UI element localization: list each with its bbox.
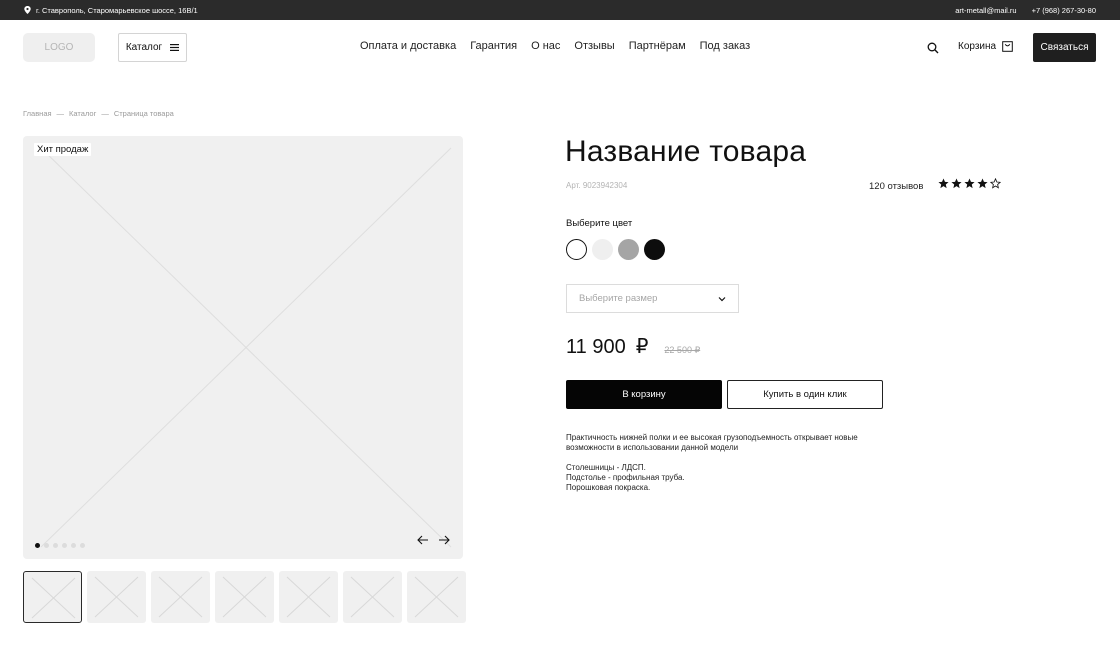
slider-dot[interactable] [44,543,49,548]
arrow-right-icon[interactable] [438,534,450,546]
location-pin-icon [24,6,31,14]
image-placeholder-icon [158,576,203,618]
color-label: Выберите цвет [566,218,633,229]
site-header: LOGO Каталог Оплата и доставка Гарантия … [0,20,1120,76]
main-nav: Оплата и доставка Гарантия О нас Отзывы … [360,40,750,52]
price-block: 11 900 ₽ 22 500 ₽ [566,334,700,359]
product-title: Название товара [565,135,807,168]
star-filled-icon [938,178,949,189]
product-description: Практичность нижней полки и ее высокая г… [566,433,858,452]
breadcrumb-separator: — [56,109,65,118]
cart-link[interactable]: Корзина [958,41,1013,52]
slider-dot[interactable] [35,543,40,548]
chevron-down-icon [718,296,726,301]
slider-dot[interactable] [80,543,85,548]
nav-item-payment-delivery[interactable]: Оплата и доставка [360,40,456,52]
image-placeholder-icon [222,576,267,618]
thumbnail[interactable] [23,571,82,623]
address-text: г. Ставрополь, Старомарьевское шоссе, 16… [36,5,198,15]
image-placeholder-icon [40,147,452,548]
image-placeholder-icon [286,576,331,618]
thumbnail[interactable] [215,571,274,623]
slider-dots [35,543,85,548]
image-placeholder-icon [31,577,76,619]
phone-link[interactable]: +7 (968) 267-30-80 [1032,6,1096,15]
bestseller-badge: Хит продаж [34,143,92,156]
logo[interactable]: LOGO [23,33,95,62]
cart-label: Корзина [958,41,997,52]
thumbnail[interactable] [407,571,466,623]
slider-dot[interactable] [53,543,58,548]
nav-item-about[interactable]: О нас [531,40,560,52]
price-current: 11 900 [566,336,626,358]
image-placeholder-icon [414,576,459,618]
image-placeholder-icon [94,576,139,618]
price-currency: ₽ [635,336,649,358]
color-swatch-white[interactable] [566,239,587,260]
feature-item: Столешницы - ЛДСП. [566,463,646,472]
size-select-placeholder: Выберите размер [579,293,658,304]
feature-item: Порошковая покраска. [566,483,651,492]
star-filled-icon [964,178,975,189]
product-sku: Арт. 9023942304 [566,181,628,190]
product-features: Столешницы - ЛДСП. Подстолье - профильна… [566,463,685,493]
contact-button[interactable]: Связаться [1033,33,1096,62]
nav-item-reviews[interactable]: Отзывы [574,40,614,52]
feature-item: Подстолье - профильная труба. [566,473,685,482]
breadcrumb: Главная — Каталог — Страница товара [23,109,174,118]
catalog-button[interactable]: Каталог [118,33,187,62]
thumbnail-strip [23,571,466,623]
star-filled-icon [951,178,962,189]
email-link[interactable]: art-metall@mail.ru [955,6,1016,15]
address-block: г. Ставрополь, Старомарьевское шоссе, 16… [24,6,198,15]
menu-icon [170,44,180,51]
arrow-left-icon[interactable] [417,534,429,546]
thumbnail[interactable] [279,571,338,623]
color-swatch-gray[interactable] [618,239,639,260]
top-info-bar: г. Ставрополь, Старомарьевское шоссе, 16… [0,0,1120,20]
breadcrumb-separator: — [101,109,109,118]
color-swatches [566,239,665,260]
size-select[interactable]: Выберите размер [566,284,739,313]
star-filled-icon [977,178,988,189]
breadcrumb-home[interactable]: Главная [23,109,52,118]
nav-item-partners[interactable]: Партнёрам [629,40,686,52]
thumbnail[interactable] [343,571,402,623]
slider-arrows [417,534,450,546]
star-outline-icon [990,178,1001,189]
color-swatch-light-gray[interactable] [592,239,613,260]
breadcrumb-current: Страница товара [113,109,174,118]
color-swatch-black[interactable] [644,239,665,260]
image-placeholder-icon [350,576,395,618]
buy-one-click-button[interactable]: Купить в один клик [727,380,883,409]
reviews-count-link[interactable]: 120 отзывов [869,181,923,192]
catalog-label: Каталог [125,42,163,53]
product-image-main[interactable]: Хит продаж [23,136,463,559]
thumbnail[interactable] [151,571,210,623]
slider-dot[interactable] [62,543,67,548]
search-icon[interactable] [927,42,939,54]
thumbnail[interactable] [87,571,146,623]
slider-dot[interactable] [71,543,76,548]
price-old: 22 500 ₽ [664,345,701,355]
cart-icon [1002,41,1013,52]
breadcrumb-catalog[interactable]: Каталог [69,109,96,118]
rating-stars [938,178,1001,189]
add-to-cart-button[interactable]: В корзину [566,380,722,409]
nav-item-custom-order[interactable]: Под заказ [700,40,751,52]
nav-item-warranty[interactable]: Гарантия [470,40,517,52]
